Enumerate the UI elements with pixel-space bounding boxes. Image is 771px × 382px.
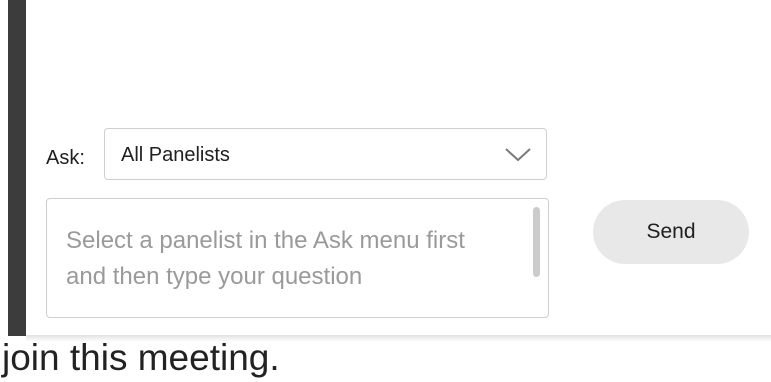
chevron-down-icon <box>505 148 531 162</box>
question-input-container <box>46 198 549 318</box>
ask-recipient-dropdown[interactable]: All Panelists <box>104 128 547 180</box>
question-scrollbar[interactable] <box>525 199 548 317</box>
background-page-text: join this meeting. <box>2 337 280 378</box>
send-button[interactable]: Send <box>593 200 749 264</box>
question-textarea[interactable] <box>47 199 527 317</box>
scrollbar-thumb[interactable] <box>533 207 540 277</box>
ask-label: Ask: <box>46 147 85 169</box>
ask-selected-value: All Panelists <box>121 144 230 166</box>
left-edge-bar <box>8 0 26 336</box>
